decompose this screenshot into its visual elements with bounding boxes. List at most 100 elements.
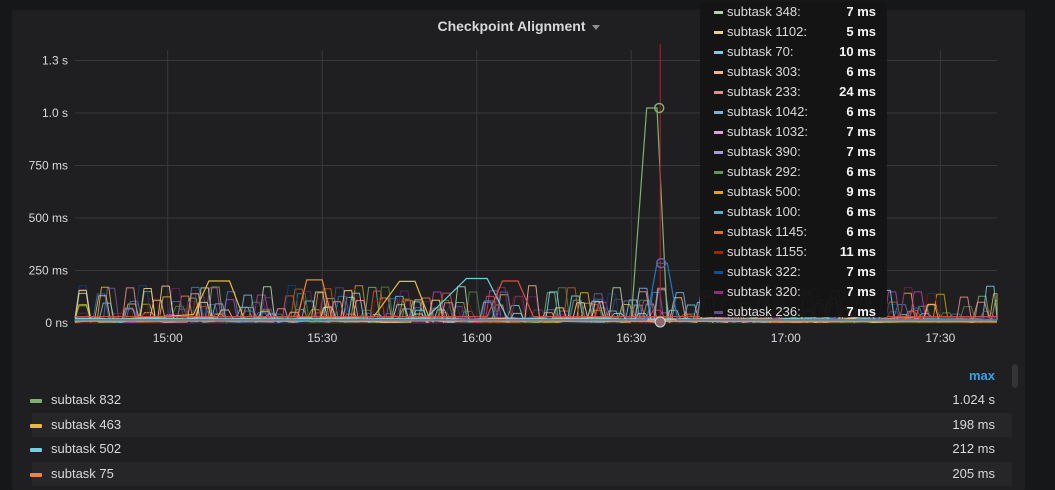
hover-crosshair bbox=[653, 44, 667, 328]
x-tick-label: 15:00 bbox=[153, 331, 183, 345]
tooltip-series-name: subtask 292: bbox=[727, 164, 801, 179]
tooltip-row: subtask 322: 7 ms bbox=[700, 262, 887, 282]
tooltip-row: subtask 100: 6 ms bbox=[700, 202, 887, 222]
tooltip-series-value: 6 ms bbox=[846, 224, 876, 239]
tooltip-row: subtask 303: 6 ms bbox=[700, 62, 887, 82]
tooltip-series-value: 24 ms bbox=[839, 84, 876, 99]
legend-color-swatch[interactable] bbox=[30, 423, 42, 428]
series-color-swatch bbox=[714, 211, 723, 214]
series-color-swatch bbox=[714, 231, 723, 234]
tooltip-series-name: subtask 70: bbox=[727, 44, 794, 59]
tooltip-series-value: 7 ms bbox=[846, 124, 876, 139]
tooltip-series-name: subtask 320: bbox=[727, 284, 801, 299]
series-color-swatch bbox=[714, 91, 723, 94]
legend-max-column-header[interactable]: max bbox=[969, 368, 995, 383]
x-tick-label: 16:00 bbox=[462, 331, 492, 345]
tooltip-series-name: subtask 236: bbox=[727, 304, 801, 317]
x-tick-label: 17:30 bbox=[925, 331, 955, 345]
legend-series-name[interactable]: subtask 75 bbox=[51, 462, 114, 487]
legend-series-name[interactable]: subtask 832 bbox=[51, 388, 121, 413]
legend-series-max: 205 ms bbox=[952, 465, 995, 481]
tooltip-series-value: 6 ms bbox=[846, 204, 876, 219]
series-color-swatch bbox=[714, 191, 723, 194]
tooltip-row: subtask 236: 7 ms bbox=[700, 302, 887, 317]
hover-tooltip: subtask 348: 7 ms subtask 1102: 5 ms subtask… bbox=[700, 2, 887, 317]
tooltip-series-name: subtask 100: bbox=[727, 204, 801, 219]
legend-series-name[interactable]: subtask 463 bbox=[51, 413, 121, 438]
legend-color-swatch[interactable] bbox=[30, 399, 42, 403]
tooltip-series-value: 7 ms bbox=[846, 264, 876, 279]
series-color-swatch bbox=[714, 111, 723, 114]
series-color-swatch bbox=[714, 151, 723, 154]
legend-row[interactable]: subtask 75 205 ms bbox=[30, 461, 1012, 487]
x-tick-label: 16:30 bbox=[616, 331, 646, 345]
tooltip-series-name: subtask 390: bbox=[727, 144, 801, 159]
legend-series-max: 198 ms bbox=[952, 416, 995, 432]
legend-row[interactable]: subtask 502 212 ms bbox=[30, 437, 1012, 462]
y-axis: 1.3 s 1.0 s 750 ms 500 ms 250 ms 0 ns bbox=[29, 54, 68, 331]
tooltip-series-value: 5 ms bbox=[846, 24, 876, 39]
tooltip-series-name: subtask 1042: bbox=[727, 104, 808, 119]
legend-row[interactable]: subtask 832 1.024 s bbox=[30, 388, 1012, 413]
tooltip-series-name: subtask 1155: bbox=[727, 244, 807, 259]
tooltip-series-value: 9 ms bbox=[846, 184, 876, 199]
tooltip-series-name: subtask 303: bbox=[727, 64, 801, 79]
tooltip-series-value: 7 ms bbox=[846, 284, 876, 299]
legend-series-max: 212 ms bbox=[952, 441, 995, 456]
series-color-swatch bbox=[714, 271, 723, 274]
series-color-swatch bbox=[714, 11, 723, 14]
tooltip-row: subtask 292: 6 ms bbox=[700, 162, 887, 182]
y-tick-label: 1.3 s bbox=[42, 54, 68, 68]
tooltip-series-value: 10 ms bbox=[839, 44, 876, 59]
series-color-swatch bbox=[714, 171, 723, 174]
tooltip-row: subtask 1145: 6 ms bbox=[700, 222, 887, 242]
x-tick-label: 17:00 bbox=[771, 331, 801, 345]
tooltip-row: subtask 1042: 6 ms bbox=[700, 102, 887, 122]
tooltip-series-value: 6 ms bbox=[846, 104, 876, 119]
series-color-swatch bbox=[714, 71, 723, 74]
x-axis: 15:00 15:30 16:00 16:30 17:00 17:30 bbox=[153, 331, 956, 345]
series-color-swatch bbox=[714, 251, 723, 254]
tooltip-series-value: 11 ms bbox=[839, 244, 876, 259]
y-tick-label: 1.0 s bbox=[42, 106, 68, 120]
legend-header: max bbox=[32, 364, 1018, 388]
tooltip-series-name: subtask 1032: bbox=[727, 124, 808, 139]
y-tick-label: 500 ms bbox=[29, 211, 68, 225]
legend-row[interactable]: subtask 463 198 ms bbox=[30, 412, 1012, 438]
tooltip-row: subtask 320: 7 ms bbox=[700, 282, 887, 302]
series-color-swatch bbox=[714, 131, 723, 134]
tooltip-series-value: 7 ms bbox=[846, 4, 876, 19]
tooltip-row: subtask 1102: 5 ms bbox=[700, 22, 887, 42]
tooltip-row: subtask 500: 9 ms bbox=[700, 182, 887, 202]
hover-point bbox=[654, 316, 666, 328]
series-color-swatch bbox=[714, 51, 723, 54]
tooltip-row: subtask 233: 24 ms bbox=[700, 82, 887, 102]
legend-scrollbar[interactable] bbox=[1012, 364, 1018, 388]
series-color-swatch bbox=[714, 31, 723, 34]
graph-panel: Checkpoint Alignment 1.3 s 1.0 s 750 ms 500… bbox=[12, 2, 1025, 490]
legend-series-max: 1.024 s bbox=[952, 392, 995, 407]
x-tick-label: 15:30 bbox=[307, 331, 337, 345]
tooltip-row: subtask 70: 10 ms bbox=[700, 42, 887, 62]
tooltip-row: subtask 1155: 11 ms bbox=[700, 242, 887, 262]
tooltip-series-name: subtask 322: bbox=[727, 264, 801, 279]
legend: max subtask 832 1.024 s subtask 463 198 ms s… bbox=[30, 364, 1018, 487]
tooltip-series-name: subtask 1102: bbox=[727, 24, 807, 39]
tooltip-series-name: subtask 1145: bbox=[727, 224, 807, 239]
tooltip-series-value: 6 ms bbox=[846, 164, 876, 179]
tooltip-row: subtask 348: 7 ms bbox=[700, 2, 887, 22]
y-tick-label: 0 ns bbox=[45, 316, 68, 330]
tooltip-series-name: subtask 348: bbox=[727, 4, 801, 19]
series-color-swatch bbox=[714, 311, 723, 314]
series-color-swatch bbox=[714, 291, 723, 294]
tooltip-series-name: subtask 500: bbox=[727, 184, 801, 199]
y-tick-label: 250 ms bbox=[29, 264, 68, 278]
y-tick-label: 750 ms bbox=[29, 159, 68, 173]
tooltip-row: subtask 1032: 7 ms bbox=[700, 122, 887, 142]
legend-color-swatch[interactable] bbox=[30, 472, 42, 477]
tooltip-series-value: 7 ms bbox=[846, 144, 876, 159]
tooltip-series-name: subtask 233: bbox=[727, 84, 801, 99]
legend-series-name[interactable]: subtask 502 bbox=[51, 437, 121, 462]
legend-color-swatch[interactable] bbox=[30, 448, 42, 452]
tooltip-series-value: 7 ms bbox=[846, 304, 876, 317]
